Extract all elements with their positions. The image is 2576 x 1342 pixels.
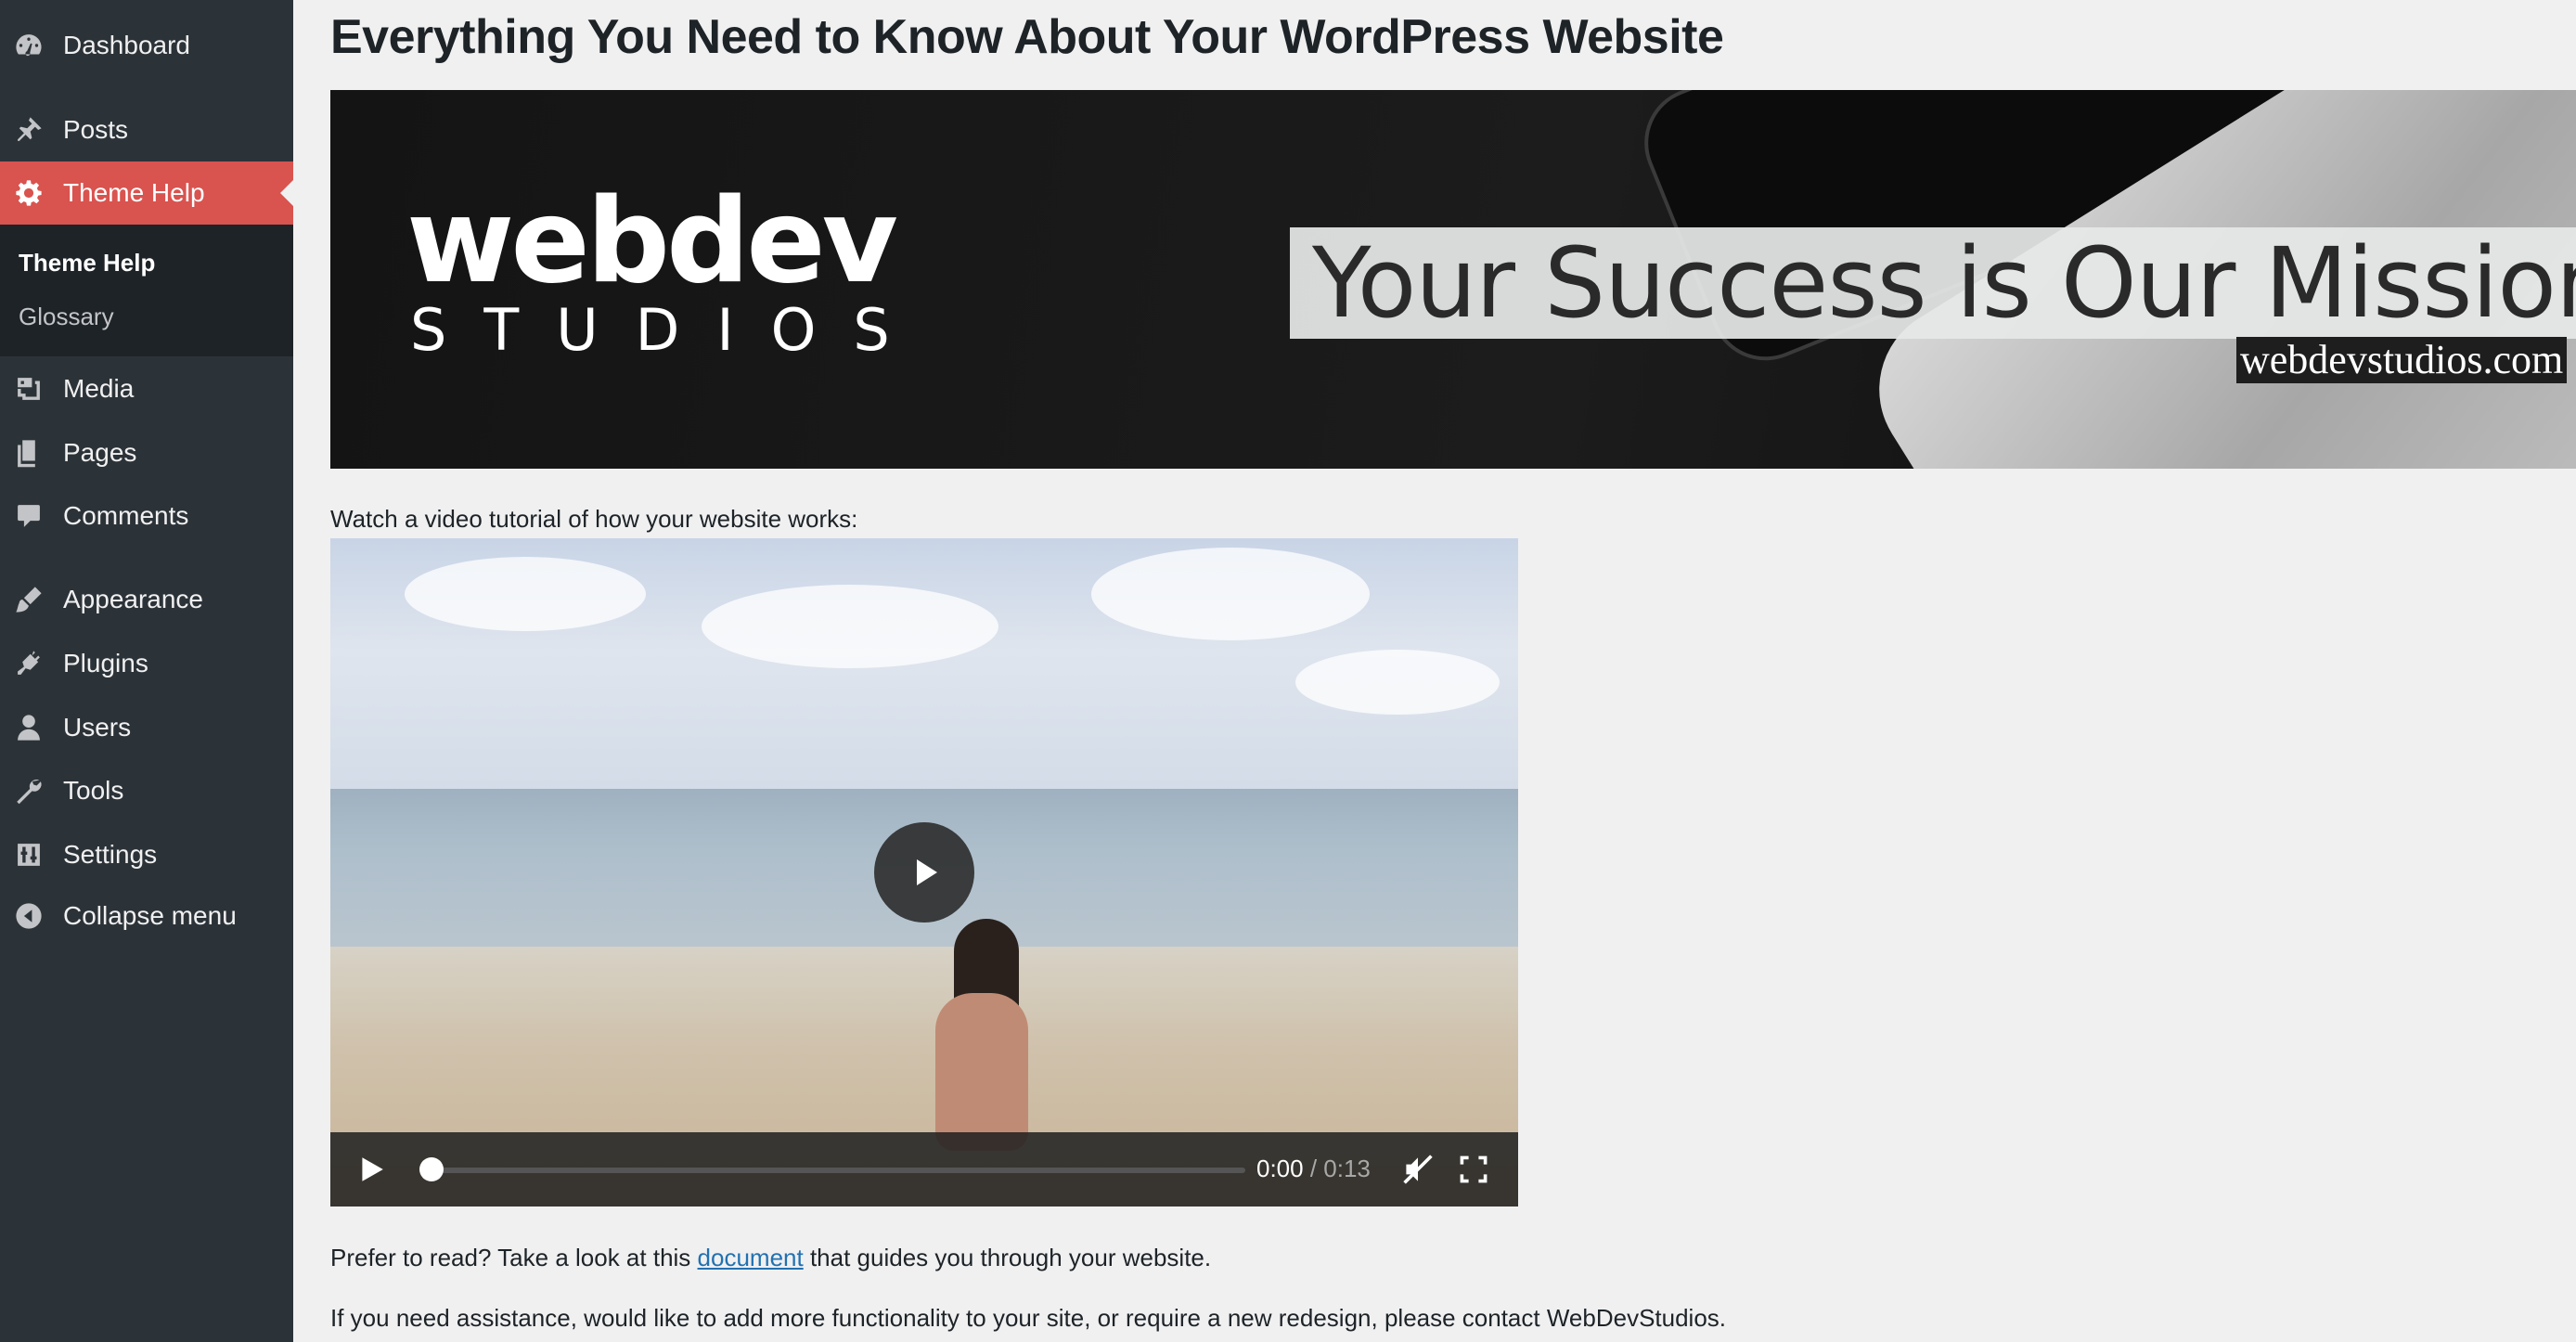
menu-item-plugins[interactable]: Plugins [0,632,293,695]
comment-icon [13,500,45,532]
collapse-icon [13,900,45,932]
menu-item-comments[interactable]: Comments [0,484,293,548]
gear-icon [13,177,45,209]
read-prefix: Prefer to read? Take a look at this [330,1244,698,1271]
menu-item-dashboard[interactable]: Dashboard [0,14,293,77]
read-document-text: Prefer to read? Take a look at this docu… [330,1244,1211,1272]
menu-label-comments: Comments [63,501,189,530]
menu-label-users: Users [63,713,132,742]
wrench-icon [13,775,45,806]
menu-item-pages[interactable]: Pages [0,421,293,484]
page-title: Everything You Need to Know About Your W… [330,10,1724,64]
submenu-item-glossary[interactable]: Glossary [19,303,114,331]
video-player[interactable]: 0:00 / 0:13 [330,538,1518,1207]
video-intro-text: Watch a video tutorial of how your websi… [330,505,858,533]
collapse-menu-button[interactable]: Collapse menu [0,884,293,948]
dashboard-icon [13,30,45,61]
user-icon [13,712,45,743]
video-fullscreen-button[interactable] [1457,1153,1490,1186]
sliders-icon [13,839,45,871]
banner-logo-wordmark: webdev [406,173,898,309]
pages-icon [13,437,45,469]
video-frame-cloud [1091,548,1370,640]
assistance-text: If you need assistance, would like to ad… [330,1304,1727,1332]
video-duration: 0:13 [1323,1155,1371,1182]
video-mute-button[interactable] [1401,1153,1435,1186]
banner-url: webdevstudios.com [2236,337,2568,383]
menu-item-media[interactable]: Media [0,357,293,420]
menu-item-appearance[interactable]: Appearance [0,568,293,631]
video-frame-cloud [1295,650,1500,715]
video-play-overlay-button[interactable] [874,822,974,923]
brush-icon [13,584,45,615]
menu-label-appearance: Appearance [63,585,204,613]
menu-label-theme-help: Theme Help [63,178,205,207]
menu-item-settings[interactable]: Settings [0,823,293,886]
menu-item-theme-help[interactable]: Theme Help [0,161,293,225]
menu-item-users[interactable]: Users [0,696,293,759]
video-progress-track[interactable] [429,1168,1245,1173]
video-current-time: 0:00 [1256,1155,1304,1182]
video-time-separator: / [1303,1155,1324,1182]
webdevstudios-banner: webdev STUDIOS Your Success is Our Missi… [330,90,2576,469]
plug-icon [13,648,45,679]
banner-tagline-box: Your Success is Our Mission. [1290,226,2576,340]
read-suffix: that guides you through your website. [803,1244,1212,1271]
video-time-display: 0:00 / 0:13 [1256,1155,1371,1183]
menu-label-plugins: Plugins [63,649,148,677]
video-progress-handle[interactable] [419,1157,444,1181]
menu-label-dashboard: Dashboard [63,31,190,59]
video-controls-bar: 0:00 / 0:13 [330,1132,1518,1207]
play-icon [917,859,937,885]
video-frame-cloud [702,585,998,668]
banner-logo-subtitle: STUDIOS [410,296,927,364]
menu-item-posts[interactable]: Posts [0,98,293,161]
video-frame-cloud [405,557,646,631]
menu-item-tools[interactable]: Tools [0,759,293,822]
menu-label-tools: Tools [63,776,124,805]
current-menu-arrow [280,180,293,206]
play-icon [362,1157,383,1181]
menu-label-settings: Settings [63,840,158,869]
video-play-button[interactable] [356,1155,386,1184]
menu-label-posts: Posts [63,115,129,144]
banner-tagline: Your Success is Our Mission. [1312,226,2576,340]
media-icon [13,373,45,405]
menu-label-media: Media [63,374,135,403]
menu-label-pages: Pages [63,438,137,467]
theme-help-submenu: Theme Help Glossary [0,225,293,356]
admin-sidebar: Dashboard Posts Theme Help Theme Help Gl… [0,0,293,1342]
document-link[interactable]: document [698,1244,804,1271]
submenu-item-theme-help[interactable]: Theme Help [19,249,155,277]
muted-speaker-icon [1403,1155,1433,1184]
collapse-menu-label: Collapse menu [63,901,237,930]
pin-icon [13,114,45,146]
fullscreen-icon [1460,1155,1488,1183]
video-frame-person-body [935,993,1028,1151]
